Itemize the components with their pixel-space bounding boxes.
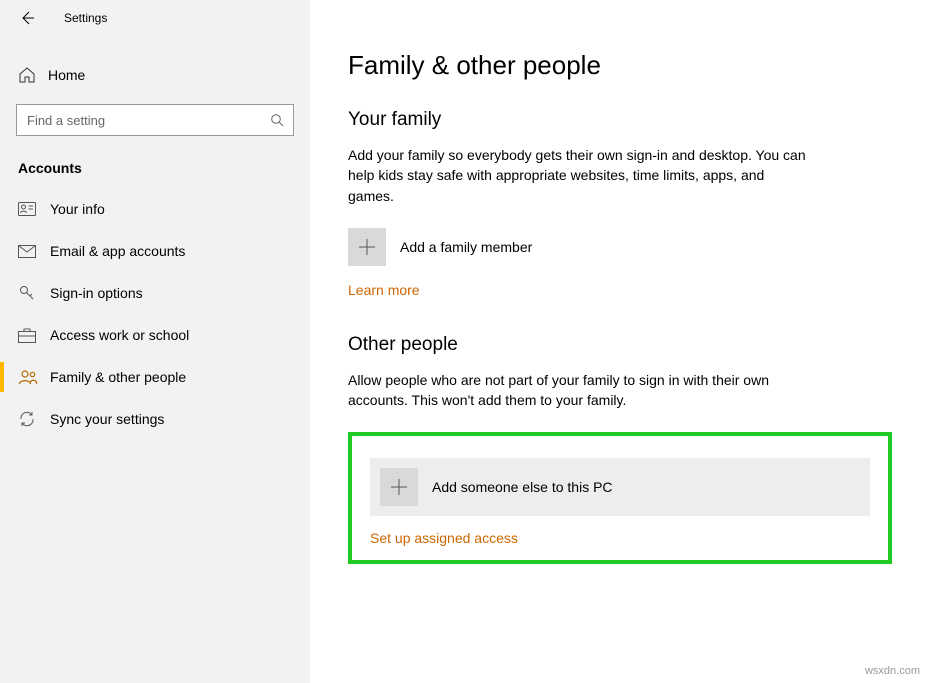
person-card-icon (18, 202, 42, 216)
home-icon (18, 66, 42, 84)
add-family-label: Add a family member (400, 239, 532, 255)
sidebar-item-label: Email & app accounts (50, 243, 185, 259)
plus-icon (348, 228, 386, 266)
sidebar-item-label: Family & other people (50, 369, 186, 385)
sidebar-item-label: Sign-in options (50, 285, 143, 301)
sidebar-item-family[interactable]: Family & other people (0, 356, 310, 398)
sidebar-item-signin[interactable]: Sign-in options (0, 272, 310, 314)
sidebar-item-work-school[interactable]: Access work or school (0, 314, 310, 356)
search-container (16, 104, 294, 136)
assigned-access-link[interactable]: Set up assigned access (370, 530, 518, 546)
other-people-heading: Other people (348, 334, 892, 356)
sidebar-item-sync[interactable]: Sync your settings (0, 398, 310, 440)
plus-icon (380, 468, 418, 506)
other-people-description: Allow people who are not part of your fa… (348, 370, 808, 411)
search-box[interactable] (16, 104, 294, 136)
add-someone-else-button[interactable]: Add someone else to this PC (370, 458, 870, 516)
family-heading: Your family (348, 109, 892, 131)
briefcase-icon (18, 328, 42, 343)
key-icon (18, 284, 42, 302)
titlebar: Settings (0, 0, 310, 36)
watermark: wsxdn.com (865, 665, 920, 677)
search-icon[interactable] (267, 110, 287, 130)
sync-icon (18, 410, 42, 428)
sidebar-section-title: Accounts (0, 160, 310, 188)
sidebar-item-your-info[interactable]: Your info (0, 188, 310, 230)
sidebar-item-label: Sync your settings (50, 411, 164, 427)
sidebar-item-label: Your info (50, 201, 105, 217)
sidebar: Settings Home Accounts Your info Email &… (0, 0, 310, 683)
people-icon (18, 369, 42, 385)
sidebar-item-email[interactable]: Email & app accounts (0, 230, 310, 272)
home-label: Home (48, 67, 85, 83)
home-link[interactable]: Home (0, 56, 310, 94)
page-title: Family & other people (348, 50, 892, 81)
main-content: Family & other people Your family Add yo… (310, 0, 930, 683)
arrow-left-icon (19, 10, 35, 26)
sidebar-item-label: Access work or school (50, 327, 189, 343)
learn-more-link[interactable]: Learn more (348, 282, 420, 298)
search-input[interactable] (17, 113, 293, 128)
email-icon (18, 245, 42, 258)
add-family-member-button[interactable]: Add a family member (348, 228, 892, 266)
window-title: Settings (64, 11, 107, 25)
family-description: Add your family so everybody gets their … (348, 145, 808, 206)
highlight-box: Add someone else to this PC Set up assig… (348, 432, 892, 564)
add-someone-label: Add someone else to this PC (432, 479, 613, 495)
back-button[interactable] (18, 9, 36, 27)
